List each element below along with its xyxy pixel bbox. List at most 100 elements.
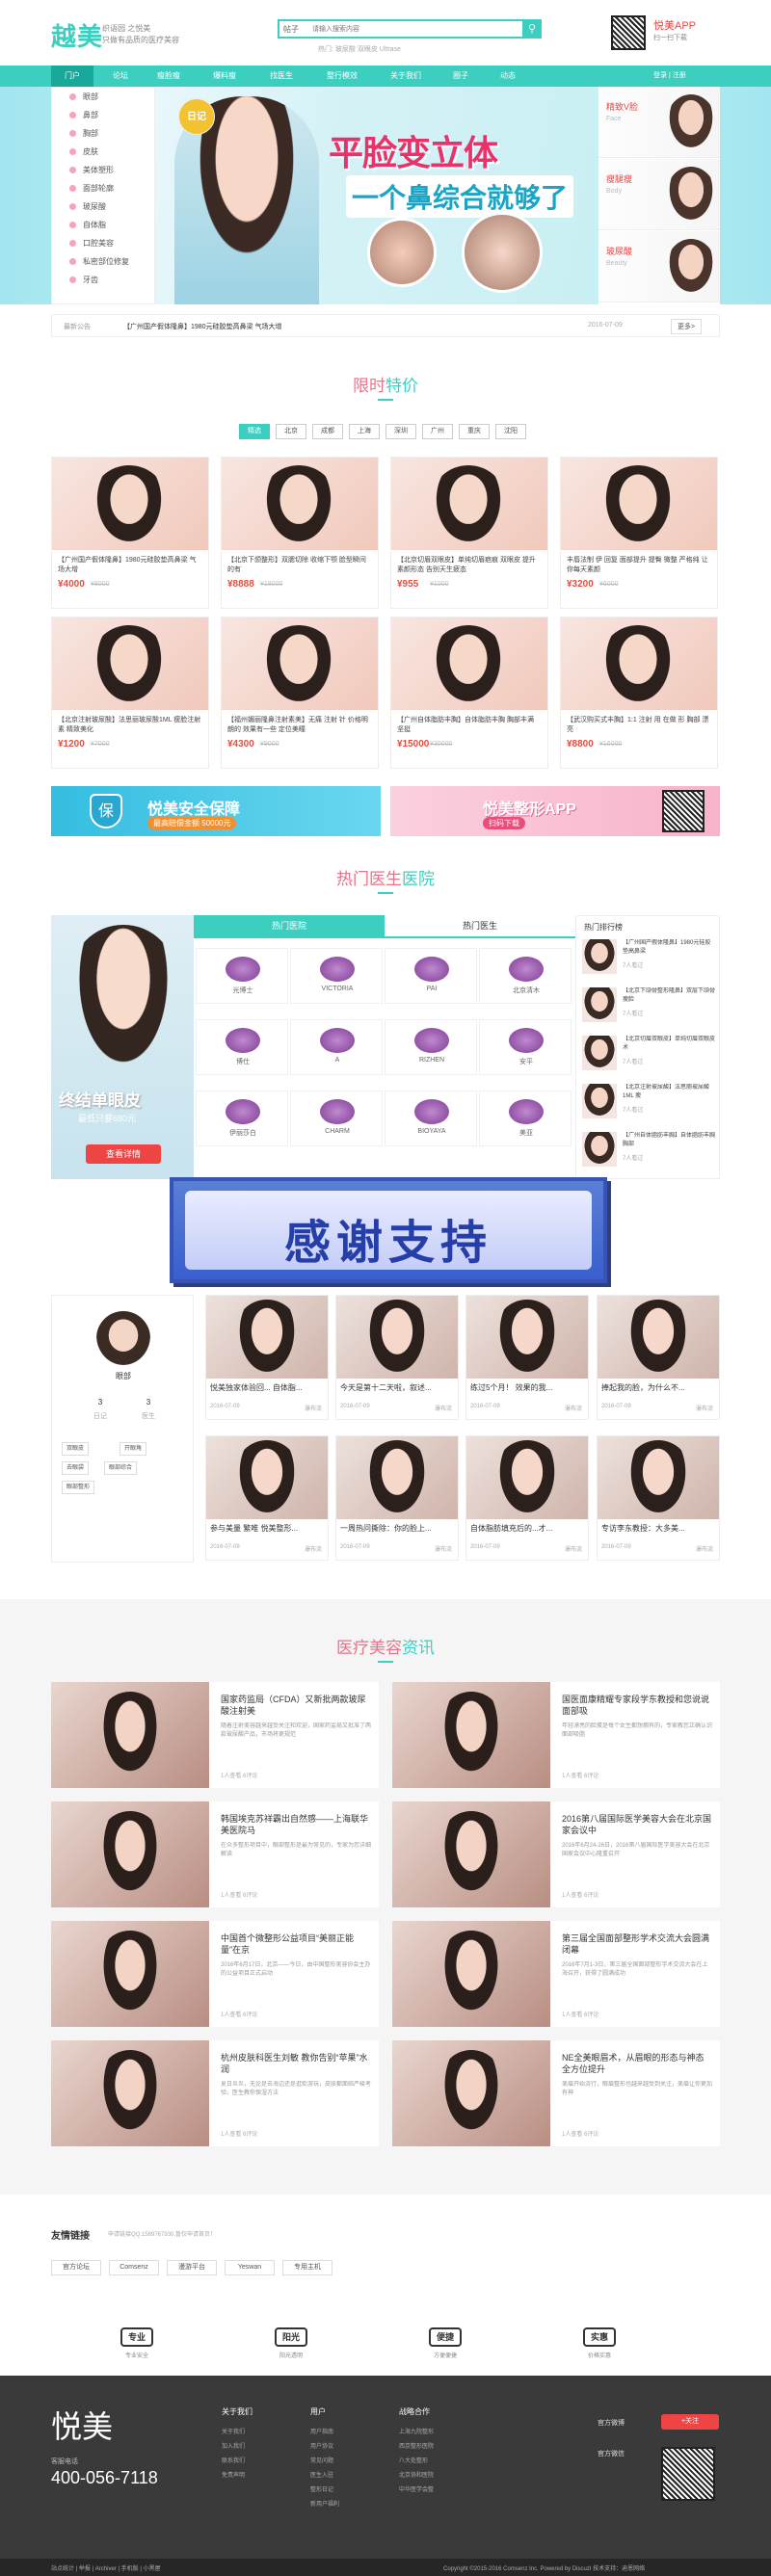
news-item[interactable]: 国家药监局（CFDA）又新批两款玻尿酸注射美 随着注射美容越来越受关注和欢迎，国家… (51, 1682, 379, 1788)
nav-item-about[interactable]: 关于我们 (382, 66, 430, 87)
double-eyelid-promo[interactable]: 终结单眼皮 最低只要680元 查看详情 (51, 915, 194, 1179)
safety-guarantee-banner[interactable]: 保 悦美安全保障 最高赔偿金额 50000元 (51, 786, 381, 836)
hospital-logo[interactable]: 博仕 (196, 1019, 288, 1075)
promo-card[interactable]: 精致V脸 Face (598, 87, 720, 158)
notice-more-button[interactable]: 更多> (671, 319, 703, 334)
news-item[interactable]: 韩国埃克苏祥霸出自然感——上海联华美医院马 在众多整形项目中，眼部整形是最为常见的… (51, 1801, 379, 1907)
nav-item-portal[interactable]: 门户 (51, 66, 93, 87)
hero-slide[interactable]: 日记 平脸变立体 一个鼻综合就够了 (155, 87, 598, 304)
nav-item-news[interactable]: 爆料瘦 (203, 66, 246, 87)
hot-search-words[interactable]: 热门: 玻尿酸 双眼皮 Ultrase (318, 44, 401, 54)
nav-item-cases[interactable]: 整行模效 (317, 66, 367, 87)
app-title[interactable]: 悦美APP (653, 17, 696, 33)
ranking-item[interactable]: 【广州国产假体隆鼻】1980元硅胶垫高鼻梁 7人看过 (582, 937, 717, 980)
category-item[interactable]: 私密部位修复 (52, 252, 154, 271)
footer-link[interactable]: 加入我们 (222, 2441, 253, 2450)
footer-bottom-links[interactable]: 站点统计 | 举报 | Archiver | 手机版 | 小黑屋 (51, 2563, 161, 2572)
footer-link[interactable]: 中华医学会整 (399, 2484, 434, 2493)
category-item[interactable]: 胸部 (52, 124, 154, 143)
diary-card[interactable]: 今天是第十二天啦，叙述... 2016-07-09 瀑布流 (335, 1295, 459, 1420)
category-item[interactable]: 玻尿酸 (52, 197, 154, 216)
friend-link[interactable]: Yeswan (225, 2260, 275, 2275)
avatar[interactable] (96, 1311, 150, 1365)
product-card[interactable]: 【广州自体脂肪丰胸】自体脂肪丰胸 胸部丰满 坚挺 ¥15000 ¥30000 (390, 617, 548, 769)
category-item[interactable]: 面部轮廓 (52, 179, 154, 197)
footer-link[interactable]: 用户指南 (310, 2427, 339, 2435)
product-card[interactable]: 【北京注射玻尿酸】法思丽玻尿酸1ML 瘦脸注射素 精致美化 ¥1200 ¥700… (51, 617, 209, 769)
category-item[interactable]: 眼部 (52, 88, 154, 106)
search-type-select[interactable]: 帖子 (283, 24, 299, 35)
product-card[interactable]: 丰唇法制 伊 回复 面部提升 提臀 微整 严格纯 让你每天素颜 ¥3200 ¥6… (560, 457, 718, 609)
diary-card[interactable]: 捧起我的脸，为什么不... 2016-07-09 瀑布流 (597, 1295, 720, 1420)
diary-card[interactable]: 悦美独家体验回... 自体脂... 2016-07-09 瀑布流 (205, 1295, 329, 1420)
promo-details-button[interactable]: 查看详情 (86, 1144, 161, 1164)
ranking-item[interactable]: 【北京切眉双眼皮】单纯切眉双眼皮术 7人看过 (582, 1034, 717, 1076)
product-card[interactable]: 【北京切眉双眼皮】单纯切眉疤痕 双眼皮 提升素颜形态 告别天生疲态 ¥955 ¥… (390, 457, 548, 609)
footer-link[interactable]: 联系我们 (222, 2456, 253, 2464)
promo-card[interactable]: 瘦腿瘦 Body (598, 159, 720, 230)
tab-hot-doctors[interactable]: 热门医生 (385, 915, 575, 936)
city-tab[interactable]: 上海 (349, 424, 380, 439)
diary-card[interactable]: 练过5个月！ 效果的我... 2016-07-09 瀑布流 (465, 1295, 589, 1420)
footer-weibo-label[interactable]: 官方微博 (598, 2418, 625, 2428)
news-item[interactable]: NE全美眼眉术，从眉眼的形态与神态全方位提升 美眉开始流行，眼眉整形也越来越受到关… (392, 2040, 720, 2146)
category-item[interactable]: 皮肤 (52, 143, 154, 161)
site-logo[interactable]: 越美 (51, 17, 103, 53)
product-card[interactable]: 【北京下颌整形】双腮切除 收缩下颚 脸型瞬间的有 ¥8888 ¥18000 (221, 457, 379, 609)
city-tab[interactable]: 成都 (312, 424, 343, 439)
news-item[interactable]: 中国首个微整形公益项目“美丽正能量”在京 2016年6月17日，北京——今日，由中… (51, 1921, 379, 2027)
friend-link[interactable]: 官方论坛 (51, 2260, 101, 2275)
nav-item-feed[interactable]: 动态 (487, 66, 529, 87)
nav-item-doctors[interactable]: 找医生 (260, 66, 303, 87)
footer-link[interactable]: 整形日记 (310, 2484, 339, 2493)
search-button[interactable]: ⚲ (522, 19, 542, 39)
footer-link[interactable]: 用户协议 (310, 2441, 339, 2450)
tag-button[interactable]: 双眼皮 (62, 1442, 90, 1456)
news-item[interactable]: 国医面康精耀专家段学东教授和您说说面部吸 年轻漂亮的脸蛋是每个女生都想拥有的，专家… (392, 1682, 720, 1788)
category-item[interactable]: 自体脂 (52, 216, 154, 234)
footer-link[interactable]: 新用户福利 (310, 2499, 339, 2508)
login-register-link[interactable]: 登录 | 注册 (653, 70, 686, 80)
nav-item-forum[interactable]: 论坛 (99, 66, 142, 87)
footer-link[interactable]: 上海九院整形 (399, 2427, 434, 2435)
city-tab[interactable]: 深圳 (386, 424, 416, 439)
city-tab[interactable]: 重庆 (459, 424, 490, 439)
tab-hot-hospitals[interactable]: 热门医院 (194, 915, 385, 936)
hospital-logo[interactable]: 光博士 (196, 948, 288, 1004)
footer-link[interactable]: 北京协和医院 (399, 2470, 434, 2479)
ranking-item[interactable]: 【广州自体脂肪丰胸】自体脂肪丰胸 胸部 7人看过 (582, 1130, 717, 1172)
search-input[interactable] (312, 23, 505, 35)
nav-item-slim[interactable]: 瘦脸瘦 (147, 66, 190, 87)
product-card[interactable]: 【福州媚丽隆鼻注射素美】无痛 注射 针 价格明朗的 效果有一些 定位美瞳 ¥43… (221, 617, 379, 769)
nav-item-circle[interactable]: 圈子 (439, 66, 482, 87)
news-item[interactable]: 第三届全国面部整形学术交流大会圆满闭幕 2016年7月1-3日，第三届全国面部整形… (392, 1921, 720, 2027)
promo-card[interactable]: 玻尿酸 Beauty (598, 231, 720, 302)
category-item[interactable]: 牙齿 (52, 271, 154, 289)
tag-button[interactable]: 开眼角 (120, 1442, 147, 1456)
news-item[interactable]: 2016第八届国际医学美容大会在北京国家会议中 2016年6月24-26日，201… (392, 1801, 720, 1907)
hospital-logo[interactable]: VICTORIA (290, 948, 383, 1004)
product-card[interactable]: 【武汉购买式丰胸】1:1 注射 用 在做 形 胸部 漂亮 ¥8800 ¥1600… (560, 617, 718, 769)
footer-link[interactable]: 免责声明 (222, 2470, 253, 2479)
tag-button[interactable]: 眼部综合 (104, 1461, 138, 1475)
footer-link[interactable]: 八大处整形 (399, 2456, 434, 2464)
app-download-banner[interactable]: 悦美整形APP 扫码下载 (390, 786, 720, 836)
category-item[interactable]: 美体塑形 (52, 161, 154, 179)
tag-button[interactable]: 去眼袋 (62, 1461, 90, 1475)
notice-text[interactable]: 【广州国产假体隆鼻】1980元硅胶垫高鼻梁 气场大增 (123, 322, 282, 331)
category-item[interactable]: 鼻部 (52, 106, 154, 124)
city-tab[interactable]: 广州 (422, 424, 453, 439)
footer-link[interactable]: 常见问题 (310, 2456, 339, 2464)
hospital-logo[interactable]: 北京清木 (479, 948, 572, 1004)
footer-weixin-label[interactable]: 官方微信 (598, 2449, 625, 2458)
hospital-logo[interactable]: BIOYAYA (385, 1091, 477, 1146)
hospital-logo[interactable]: 美亚 (479, 1091, 572, 1146)
ranking-item[interactable]: 【北京注射玻尿酸】法思丽玻尿酸1ML 瘦 7人看过 (582, 1082, 717, 1124)
hospital-logo[interactable]: 伊丽莎白 (196, 1091, 288, 1146)
friend-link[interactable]: Comsenz (109, 2260, 159, 2275)
diary-card[interactable]: 参与美量 繁唯 悦美整形... 2016-07-09 瀑布流 (205, 1435, 329, 1561)
footer-link[interactable]: 关于我们 (222, 2427, 253, 2435)
friend-link[interactable]: 漫游平台 (167, 2260, 217, 2275)
weibo-follow-button[interactable]: +关注 (661, 2414, 719, 2430)
footer-link[interactable]: 西京整形医院 (399, 2441, 434, 2450)
